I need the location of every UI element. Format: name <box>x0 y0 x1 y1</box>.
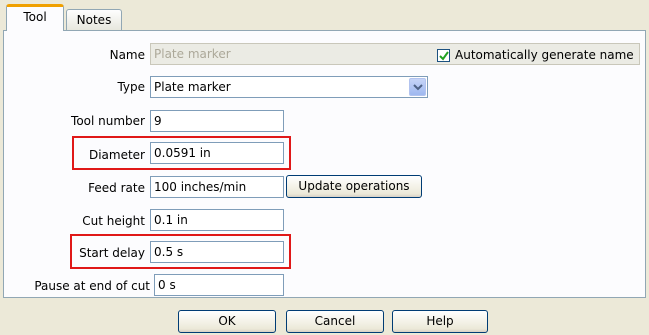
help-button[interactable]: Help <box>392 310 488 333</box>
diameter-highlight-box <box>72 136 291 170</box>
dialog-button-bar: OK Cancel Help <box>0 298 649 335</box>
start-delay-highlight-box <box>70 234 291 269</box>
auto-name-checkbox[interactable] <box>437 49 450 62</box>
feed-rate-label: Feed rate <box>88 181 145 195</box>
name-label: Name <box>109 48 145 62</box>
tab-strip: Tool Notes <box>0 0 649 31</box>
tool-number-label: Tool number <box>71 114 145 128</box>
update-operations-button[interactable]: Update operations <box>286 175 422 198</box>
feed-rate-field[interactable]: 100 inches/min <box>150 176 284 198</box>
cut-height-label: Cut height <box>82 214 145 228</box>
type-dropdown-value: Plate marker <box>154 80 231 94</box>
tab-tool[interactable]: Tool <box>6 4 64 31</box>
type-label: Type <box>117 80 145 94</box>
ok-button[interactable]: OK <box>178 310 276 333</box>
pause-end-field[interactable]: 0 s <box>154 274 284 296</box>
type-dropdown[interactable]: Plate marker <box>150 76 428 98</box>
tab-notes[interactable]: Notes <box>66 9 122 31</box>
checkmark-icon <box>439 51 449 61</box>
pause-end-label: Pause at end of cut <box>34 279 150 293</box>
cancel-button[interactable]: Cancel <box>286 310 384 333</box>
auto-name-label[interactable]: Automatically generate name <box>455 48 634 62</box>
tool-number-field[interactable]: 9 <box>150 110 284 132</box>
cut-height-field[interactable]: 0.1 in <box>150 209 284 231</box>
chevron-down-icon[interactable] <box>409 78 426 96</box>
